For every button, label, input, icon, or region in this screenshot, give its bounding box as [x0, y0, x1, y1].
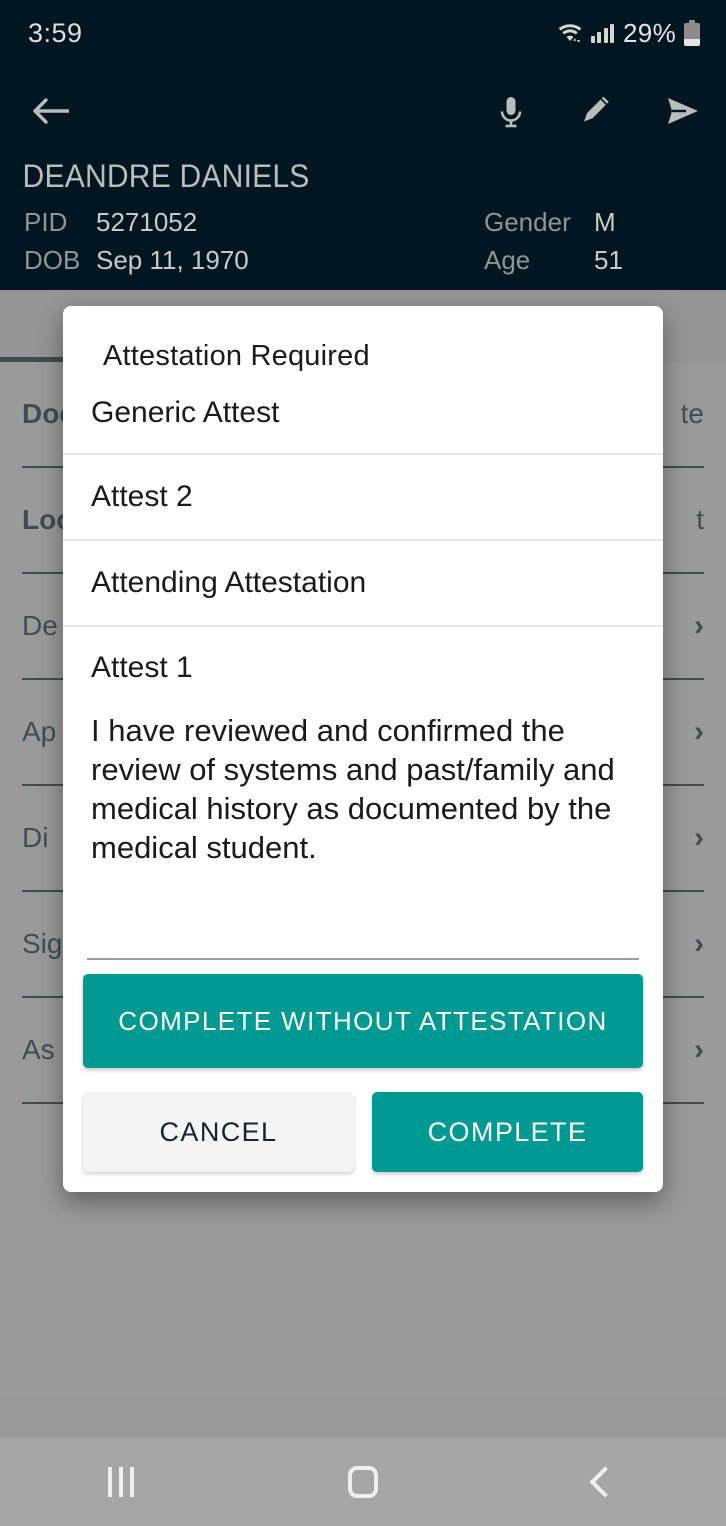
- cancel-button[interactable]: CANCEL: [83, 1092, 354, 1172]
- send-icon[interactable]: [662, 90, 704, 132]
- patient-age-row: Age 51: [484, 243, 623, 277]
- list-item-label: Attest 2: [91, 480, 193, 513]
- cellular-signal-icon: [590, 23, 615, 43]
- gender-value: M: [594, 207, 616, 237]
- pencil-edit-icon[interactable]: [576, 90, 618, 132]
- android-nav-bar: [0, 1438, 726, 1526]
- attestation-dialog: Attestation Required Generic Attest Atte…: [63, 306, 663, 1192]
- list-item-label: Attending Attestation: [91, 566, 367, 599]
- wifi-icon: [556, 21, 584, 45]
- patient-pid-row: PID 5271052: [24, 205, 484, 239]
- dob-value: Sep 11, 1970: [96, 245, 249, 275]
- complete-without-attestation-button[interactable]: COMPLETE WITHOUT ATTESTATION: [83, 974, 643, 1068]
- status-clock: 3:59: [28, 17, 83, 48]
- patient-header: DEANDRE DANIELS PID 5271052 DOB Sep 11, …: [0, 158, 726, 277]
- dob-label: DOB: [24, 245, 81, 275]
- age-value: 51: [594, 245, 623, 275]
- battery-icon: [684, 20, 700, 46]
- nav-back-icon: [589, 1466, 621, 1498]
- recents-button[interactable]: [61, 1438, 181, 1526]
- status-bar: 3:59 29%: [0, 0, 726, 66]
- toolbar-actions: [490, 90, 704, 132]
- patient-meta-right: Gender M Age 51: [484, 205, 623, 277]
- patient-gender-row: Gender M: [484, 205, 623, 239]
- microphone-icon[interactable]: [490, 90, 532, 132]
- battery-percent-label: 29%: [623, 17, 676, 48]
- recents-icon: [108, 1467, 134, 1497]
- patient-meta-left: PID 5271052 DOB Sep 11, 1970: [24, 205, 484, 277]
- patient-meta: PID 5271052 DOB Sep 11, 1970 Gender M Ag…: [0, 205, 726, 277]
- gender-label: Gender: [484, 207, 571, 237]
- app-toolbar: [0, 78, 726, 144]
- list-item[interactable]: Generic Attest: [63, 373, 663, 455]
- back-arrow-icon[interactable]: [30, 91, 76, 131]
- attestation-body-text: I have reviewed and confirmed the review…: [91, 713, 615, 865]
- pid-value: 5271052: [96, 207, 198, 237]
- dialog-title: Attestation Required: [103, 340, 370, 372]
- complete-button[interactable]: COMPLETE: [372, 1092, 643, 1172]
- attestation-option-list: Generic Attest Attest 2 Attending Attest…: [63, 373, 663, 936]
- list-item-label: Generic Attest: [91, 396, 280, 429]
- dialog-action-row: CANCEL COMPLETE: [83, 1092, 643, 1172]
- list-item-label: Attest 1: [91, 651, 193, 684]
- list-item[interactable]: Attest 2: [63, 455, 663, 541]
- phone-screen: In s Doc te Loc t De ›: [0, 0, 726, 1526]
- page-title: DEANDRE DANIELS: [22, 158, 310, 194]
- home-button[interactable]: [303, 1438, 423, 1526]
- list-item[interactable]: Attending Attestation: [63, 541, 663, 627]
- dialog-actions: COMPLETE WITHOUT ATTESTATION CANCEL COMP…: [63, 960, 663, 1192]
- app-header: 3:59 29% DEANDRE DANIELS PID 5271052 DOB…: [0, 0, 726, 290]
- list-item[interactable]: Attest 1: [63, 627, 663, 705]
- age-label: Age: [484, 245, 531, 275]
- pid-label: PID: [24, 207, 68, 237]
- home-icon: [348, 1466, 378, 1498]
- patient-dob-row: DOB Sep 11, 1970: [24, 243, 484, 277]
- status-indicators: 29%: [556, 18, 700, 49]
- back-button[interactable]: [545, 1438, 665, 1526]
